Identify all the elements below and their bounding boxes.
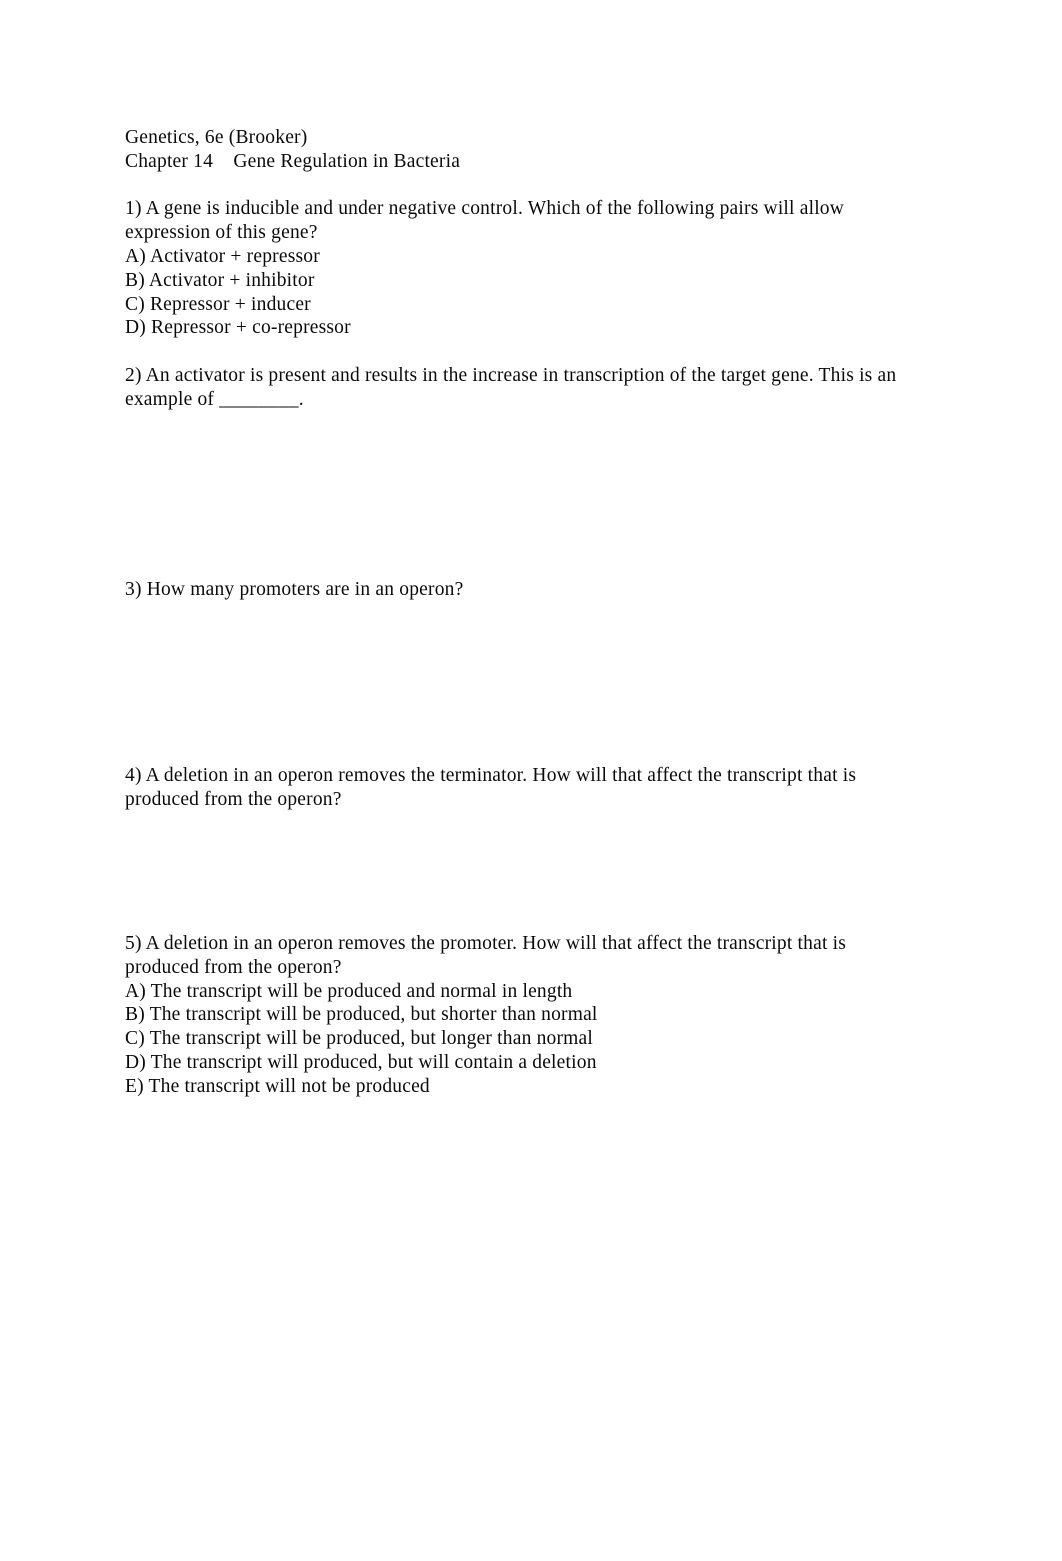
question-1-option-c: C) Repressor + inducer bbox=[125, 293, 311, 315]
question-3: 3) How many promoters are in an operon? bbox=[125, 578, 935, 602]
document-page: Genetics, 6e (Brooker) Chapter 14 Gene R… bbox=[0, 0, 1062, 1561]
question-5-option-d: D) The transcript will produced, but wil… bbox=[125, 1051, 597, 1073]
question-5: 5) A deletion in an operon removes the p… bbox=[125, 932, 935, 1099]
question-5-stem-line-2: produced from the operon? bbox=[125, 956, 342, 978]
question-3-stem-line-1: 3) How many promoters are in an operon? bbox=[125, 578, 464, 600]
question-2: 2) An activator is present and results i… bbox=[125, 364, 935, 412]
question-5-option-c: C) The transcript will be produced, but … bbox=[125, 1028, 593, 1050]
question-5-option-b: B) The transcript will be produced, but … bbox=[125, 1004, 598, 1026]
question-1-option-a: A) Activator + repressor bbox=[125, 245, 320, 267]
question-3-answer-space bbox=[125, 601, 935, 764]
question-5-option-a: A) The transcript will be produced and n… bbox=[125, 980, 573, 1002]
faded-text-rule bbox=[125, 944, 447, 952]
document-body: Genetics, 6e (Brooker) Chapter 14 Gene R… bbox=[125, 126, 935, 1099]
question-1-stem-line-2: expression of this gene? bbox=[125, 222, 318, 244]
question-2-answer-space bbox=[125, 412, 935, 578]
question-1-option-b: B) Activator + inhibitor bbox=[125, 269, 315, 291]
question-2-stem-line-1: 2) An activator is present and results i… bbox=[125, 364, 897, 386]
question-4-stem-line-2: produced from the operon? bbox=[125, 789, 342, 811]
question-2-stem-line-2: example of ________. bbox=[125, 388, 304, 410]
question-4-stem-line-1: 4) A deletion in an operon removes the t… bbox=[125, 765, 857, 787]
question-1: 1) A gene is inducible and under negativ… bbox=[125, 197, 935, 340]
question-1-option-d: D) Repressor + co-repressor bbox=[125, 317, 351, 339]
question-1-stem-line-1: 1) A gene is inducible and under negativ… bbox=[125, 198, 845, 220]
question-4: 4) A deletion in an operon removes the t… bbox=[125, 764, 935, 812]
question-5-option-e: E) The transcript will not be produced bbox=[125, 1075, 430, 1097]
question-4-answer-space bbox=[125, 812, 935, 932]
chapter-title: Chapter 14 Gene Regulation in Bacteria bbox=[125, 150, 461, 172]
book-title: Genetics, 6e (Brooker) bbox=[125, 127, 308, 148]
document-header: Genetics, 6e (Brooker) Chapter 14 Gene R… bbox=[125, 126, 935, 174]
